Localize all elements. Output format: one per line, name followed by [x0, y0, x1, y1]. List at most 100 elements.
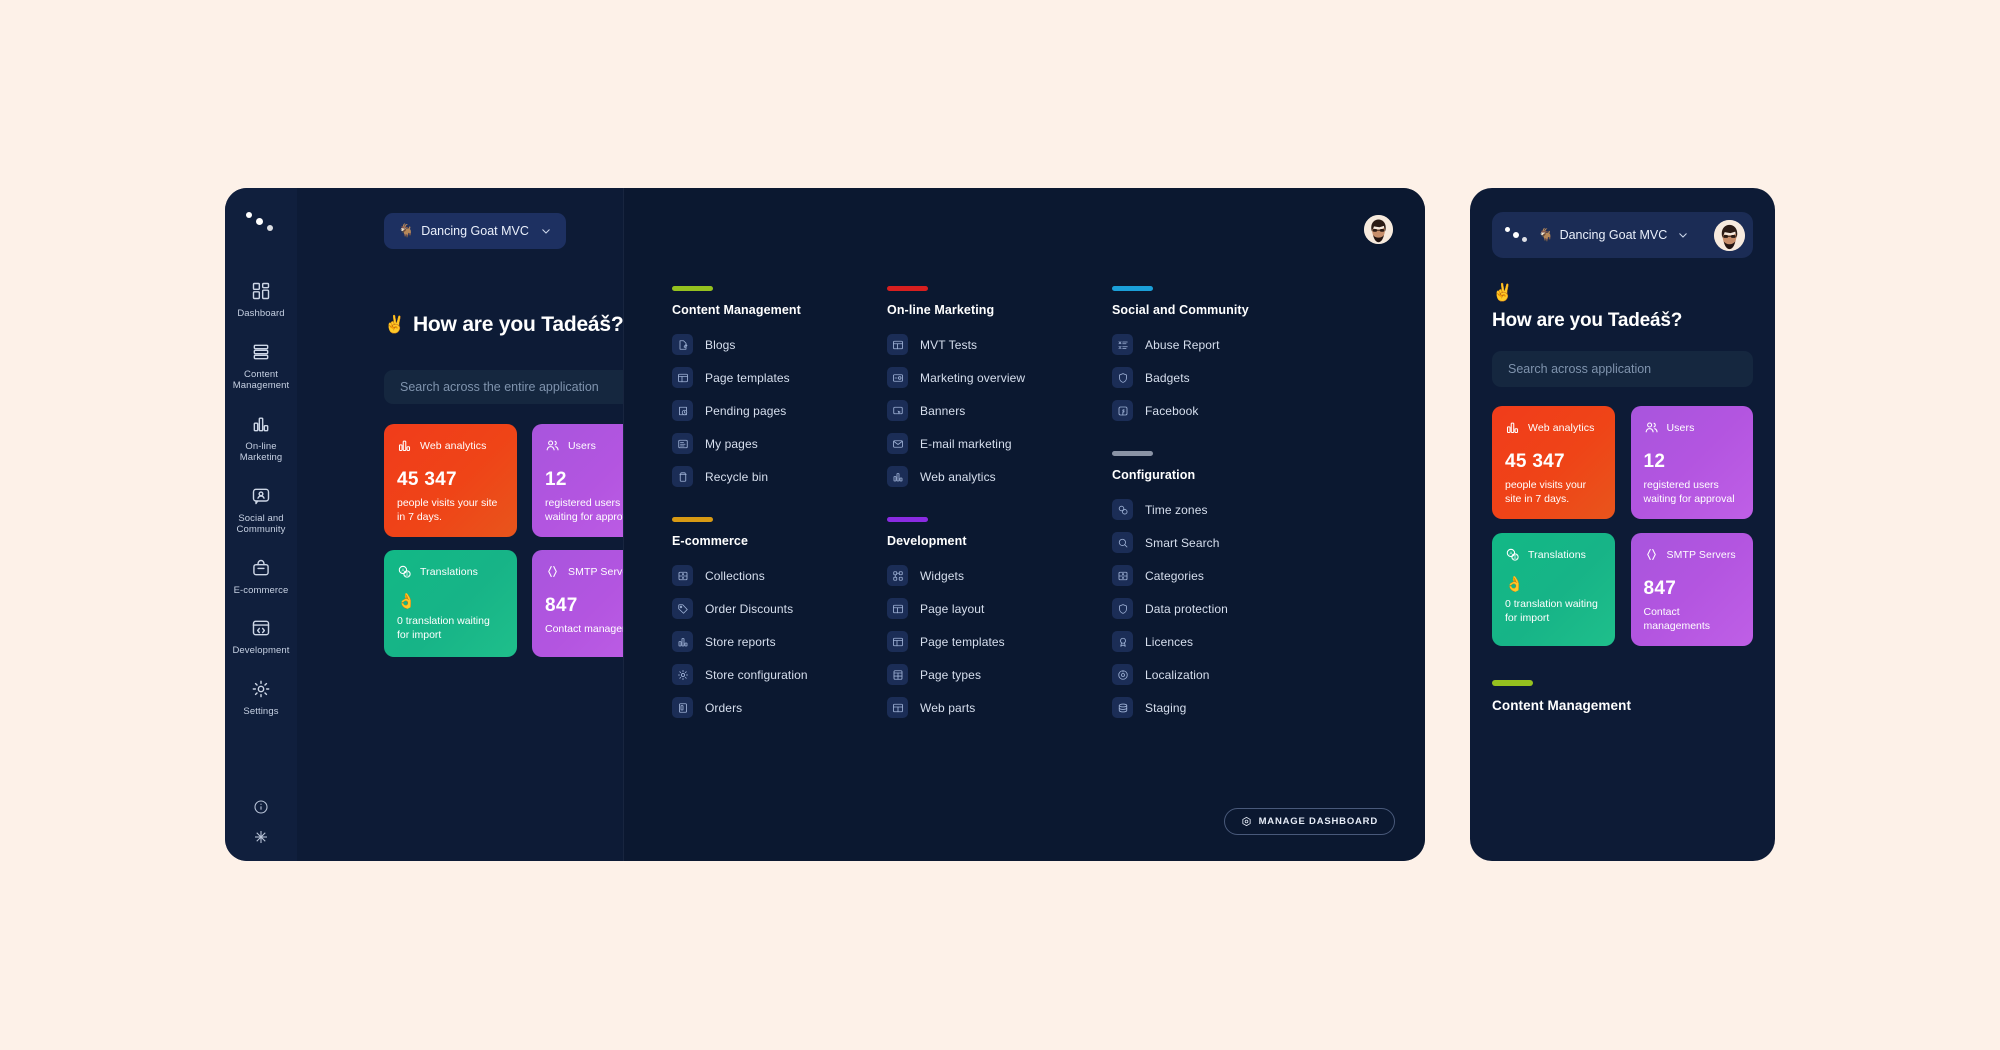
menu-item-marketing-overview[interactable]: Marketing overview	[887, 361, 1092, 394]
sidebar-item-dashboard[interactable]: Dashboard	[225, 270, 297, 331]
greeting-text: How are you Tadeáš?	[412, 313, 624, 336]
group-title: Development	[887, 534, 967, 548]
tag-icon	[672, 598, 693, 619]
menu-item-categories[interactable]: Categories	[1112, 559, 1322, 592]
menu-item-pending-pages[interactable]: Pending pages	[672, 394, 867, 427]
tile-title: Translations	[1528, 548, 1587, 561]
menu-item-store-configuration[interactable]: Store configuration	[672, 658, 867, 691]
shopping-bag-icon	[251, 558, 271, 578]
group-accent-bar	[672, 517, 713, 522]
menu-item-label: My pages	[705, 436, 758, 451]
menu-item-label: Smart Search	[1145, 535, 1220, 550]
menu-item-page-templates[interactable]: Page templates	[887, 625, 1092, 658]
menu-item-collections[interactable]: Collections	[672, 559, 867, 592]
mega-menu-panel: Content Management Blogs Page templates …	[623, 188, 1425, 861]
menu-item-recycle-bin[interactable]: Recycle bin	[672, 460, 867, 493]
stat-tile-web-analytics[interactable]: Web analytics 45 347 people visits your …	[1492, 406, 1615, 519]
tile-header: A文 Translations	[1505, 547, 1602, 562]
stat-tile-translations[interactable]: A文 Translations 👌 0 translation waiting …	[384, 550, 517, 657]
tile-description: 0 translation waiting for import	[397, 615, 490, 641]
svg-text:文: 文	[405, 572, 409, 577]
avatar[interactable]	[1714, 219, 1745, 251]
tile-header: Users	[1644, 420, 1741, 435]
sidebar-item-settings[interactable]: Settings	[225, 668, 297, 729]
menu-item-store-reports[interactable]: Store reports	[672, 625, 867, 658]
mvt-layout-icon	[887, 334, 908, 355]
menu-item-abuse-report[interactable]: Abuse Report	[1112, 328, 1322, 361]
menu-item-mvt-tests[interactable]: MVT Tests	[887, 328, 1092, 361]
menu-item-order-discounts[interactable]: Order Discounts	[672, 592, 867, 625]
menu-item-badgets[interactable]: Badgets	[1112, 361, 1322, 394]
group-accent-bar	[887, 517, 928, 522]
menu-item-label: Page types	[920, 667, 982, 682]
menu-item-label: Banners	[920, 403, 966, 418]
tile-title: Web analytics	[420, 439, 487, 452]
info-circle-icon[interactable]	[253, 799, 269, 815]
menu-item-time-zones[interactable]: Time zones	[1112, 493, 1322, 526]
menu-item-orders[interactable]: Orders	[672, 691, 867, 724]
menu-item-label: Pending pages	[705, 403, 787, 418]
menu-item-label: Recycle bin	[705, 469, 769, 484]
menu-item-my-pages[interactable]: My pages	[672, 427, 867, 460]
menu-item-label: Web analytics	[920, 469, 996, 484]
bar-chart-icon	[672, 631, 693, 652]
stat-tile-web-analytics[interactable]: Web analytics 45 347 people visits your …	[384, 424, 517, 537]
site-switcher[interactable]: 🐐 Dancing Goat MVC	[384, 213, 566, 249]
page-layout-icon	[887, 598, 908, 619]
menu-item-page-layout[interactable]: Page layout	[887, 592, 1092, 625]
svg-text:文: 文	[1513, 555, 1517, 560]
stat-tile-users[interactable]: Users 12 registered users waiting for ap…	[1630, 406, 1753, 519]
menu-item-blogs[interactable]: Blogs	[672, 328, 867, 361]
sidebar-item-on-line-marketing[interactable]: On-line Marketing	[225, 403, 297, 475]
main-sidebar: Dashboard Content Management On-line Mar…	[225, 188, 297, 861]
group-title: Configuration	[1112, 468, 1196, 482]
menu-item-label: Licences	[1145, 634, 1194, 649]
tile-header: A文 Translations	[397, 564, 504, 579]
page-title: How are you Tadeáš?	[1492, 310, 1683, 331]
menu-item-label: Order Discounts	[705, 601, 794, 616]
menu-item-web-analytics[interactable]: Web analytics	[887, 460, 1092, 493]
shield-icon	[1112, 367, 1133, 388]
tile-title: Users	[568, 439, 596, 452]
menu-item-page-templates[interactable]: Page templates	[672, 361, 867, 394]
menu-item-label: Staging	[1145, 700, 1187, 715]
menu-item-facebook[interactable]: Facebook	[1112, 394, 1322, 427]
manage-dashboard-button[interactable]: MANAGE DASHBOARD	[1223, 808, 1395, 835]
kentico-dots-logo	[244, 210, 278, 236]
menu-item-web-parts[interactable]: Web parts	[887, 691, 1092, 724]
menu-item-e-mail-marketing[interactable]: E-mail marketing	[887, 427, 1092, 460]
sidebar-item-label: Dashboard	[237, 308, 285, 319]
tile-description: 0 translation waiting for import	[1505, 598, 1598, 624]
sidebar-item-development[interactable]: Development	[225, 607, 297, 668]
menu-item-banners[interactable]: Banners	[887, 394, 1092, 427]
menu-item-widgets[interactable]: Widgets	[887, 559, 1092, 592]
sidebar-item-e-commerce[interactable]: E-commerce	[225, 547, 297, 608]
tile-value: 45 347	[397, 469, 457, 490]
sidebar-item-label: Social and Community	[236, 512, 286, 536]
menu-item-label: Widgets	[920, 568, 965, 583]
stat-tile-smtp-servers[interactable]: SMTP Servers 847 Contact managements	[1630, 533, 1753, 646]
menu-item-staging[interactable]: Staging	[1112, 691, 1322, 724]
menu-item-data-protection[interactable]: Data protection	[1112, 592, 1322, 625]
menu-column-3: Social and Community Abuse Report Badget…	[1112, 286, 1322, 724]
snowflake-icon[interactable]	[253, 829, 269, 845]
content-stack-icon	[251, 342, 271, 362]
menu-item-localization[interactable]: Localization	[1112, 658, 1322, 691]
menu-item-label: Store reports	[705, 634, 776, 649]
stat-tile-translations[interactable]: A文 Translations 👌 0 translation waiting …	[1492, 533, 1615, 646]
avatar[interactable]	[1362, 213, 1395, 246]
site-switcher[interactable]: 🐐 Dancing Goat MVC	[1538, 228, 1706, 243]
search-input[interactable]: Search across application	[1492, 351, 1753, 387]
menu-item-label: E-mail marketing	[920, 436, 1012, 451]
tile-description: people visits your site in 7 days.	[397, 497, 498, 523]
sidebar-item-content-management[interactable]: Content Management	[225, 331, 297, 403]
menu-item-licences[interactable]: Licences	[1112, 625, 1322, 658]
collections-icon	[672, 565, 693, 586]
menu-item-page-types[interactable]: Page types	[887, 658, 1092, 691]
mobile-dashboard-panel: 🐐 Dancing Goat MVC ✌️ How are you Tadeáš…	[1470, 188, 1775, 861]
menu-item-smart-search[interactable]: Smart Search	[1112, 526, 1322, 559]
sidebar-item-social-and-community[interactable]: Social and Community	[225, 475, 297, 547]
menu-item-label: Categories	[1145, 568, 1205, 583]
